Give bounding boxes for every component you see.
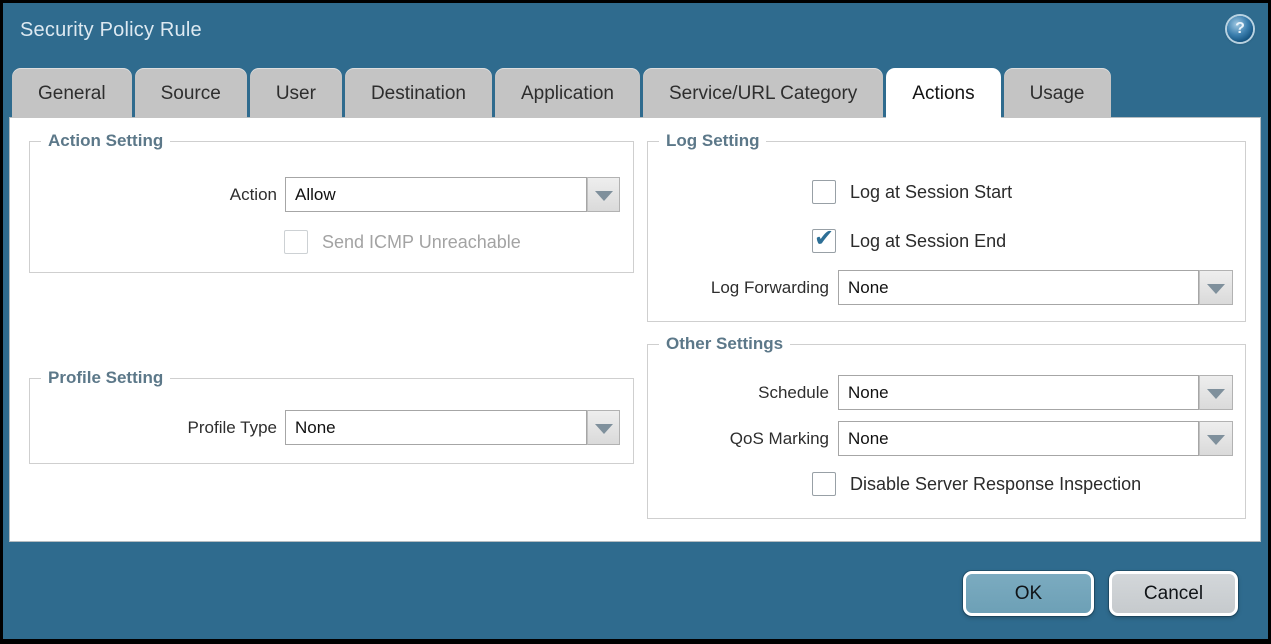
tab-source[interactable]: Source bbox=[135, 68, 247, 118]
send-icmp-unreachable-label: Send ICMP Unreachable bbox=[322, 232, 521, 253]
send-icmp-unreachable-checkbox[interactable]: ✔ bbox=[284, 230, 308, 254]
tab-bar: General Source User Destination Applicat… bbox=[12, 68, 1111, 118]
profile-type-dropdown-value: None bbox=[285, 410, 587, 445]
qos-marking-label: QoS Marking bbox=[648, 421, 829, 456]
checkmark-icon: ✔ bbox=[814, 226, 834, 252]
log-setting-group: Log Setting ✔ Log at Session Start ✔ Log… bbox=[647, 141, 1246, 322]
qos-marking-dropdown-value: None bbox=[838, 421, 1199, 456]
action-label: Action bbox=[30, 177, 277, 212]
profile-type-label: Profile Type bbox=[30, 410, 277, 445]
action-setting-group: Action Setting Action Allow ✔ Send ICMP … bbox=[29, 141, 634, 273]
log-session-start-label: Log at Session Start bbox=[850, 182, 1012, 203]
log-forwarding-dropdown-value: None bbox=[838, 270, 1199, 305]
tab-usage[interactable]: Usage bbox=[1004, 68, 1111, 118]
log-forwarding-dropdown[interactable]: None bbox=[838, 270, 1233, 305]
log-session-end-label: Log at Session End bbox=[850, 231, 1006, 252]
tab-destination[interactable]: Destination bbox=[345, 68, 492, 118]
other-settings-group: Other Settings Schedule None QoS Marking… bbox=[647, 344, 1246, 519]
tab-service-url-category[interactable]: Service/URL Category bbox=[643, 68, 883, 118]
action-dropdown[interactable]: Allow bbox=[285, 177, 620, 212]
profile-setting-legend: Profile Setting bbox=[41, 368, 170, 388]
disable-server-response-inspection-label: Disable Server Response Inspection bbox=[850, 474, 1141, 495]
qos-marking-dropdown-button[interactable] bbox=[1199, 421, 1233, 456]
log-forwarding-dropdown-button[interactable] bbox=[1199, 270, 1233, 305]
schedule-dropdown-value: None bbox=[838, 375, 1199, 410]
chevron-down-icon bbox=[595, 424, 613, 434]
qos-marking-dropdown[interactable]: None bbox=[838, 421, 1233, 456]
content-panel: Action Setting Action Allow ✔ Send ICMP … bbox=[9, 117, 1261, 542]
chevron-down-icon bbox=[1207, 284, 1225, 294]
log-session-end-checkbox[interactable]: ✔ bbox=[812, 229, 836, 253]
action-setting-legend: Action Setting bbox=[41, 131, 170, 151]
tab-application[interactable]: Application bbox=[495, 68, 640, 118]
action-dropdown-value: Allow bbox=[285, 177, 587, 212]
dialog-title: Security Policy Rule bbox=[20, 19, 202, 42]
tab-user[interactable]: User bbox=[250, 68, 342, 118]
schedule-label: Schedule bbox=[648, 375, 829, 410]
cancel-button[interactable]: Cancel bbox=[1109, 571, 1238, 616]
profile-type-dropdown-button[interactable] bbox=[587, 410, 620, 445]
log-setting-legend: Log Setting bbox=[659, 131, 766, 151]
schedule-dropdown-button[interactable] bbox=[1199, 375, 1233, 410]
action-dropdown-button[interactable] bbox=[587, 177, 620, 212]
tab-actions[interactable]: Actions bbox=[886, 68, 1000, 120]
tab-general[interactable]: General bbox=[12, 68, 132, 118]
profile-setting-group: Profile Setting Profile Type None bbox=[29, 378, 634, 464]
log-forwarding-label: Log Forwarding bbox=[648, 270, 829, 305]
profile-type-dropdown[interactable]: None bbox=[285, 410, 620, 445]
help-icon[interactable]: ? bbox=[1227, 16, 1253, 42]
other-settings-legend: Other Settings bbox=[659, 334, 790, 354]
chevron-down-icon bbox=[1207, 435, 1225, 445]
chevron-down-icon bbox=[595, 191, 613, 201]
ok-button[interactable]: OK bbox=[963, 571, 1094, 616]
chevron-down-icon bbox=[1207, 389, 1225, 399]
log-session-start-checkbox[interactable]: ✔ bbox=[812, 180, 836, 204]
schedule-dropdown[interactable]: None bbox=[838, 375, 1233, 410]
security-policy-rule-dialog: Security Policy Rule ? General Source Us… bbox=[0, 0, 1271, 644]
disable-server-response-inspection-checkbox[interactable]: ✔ bbox=[812, 472, 836, 496]
